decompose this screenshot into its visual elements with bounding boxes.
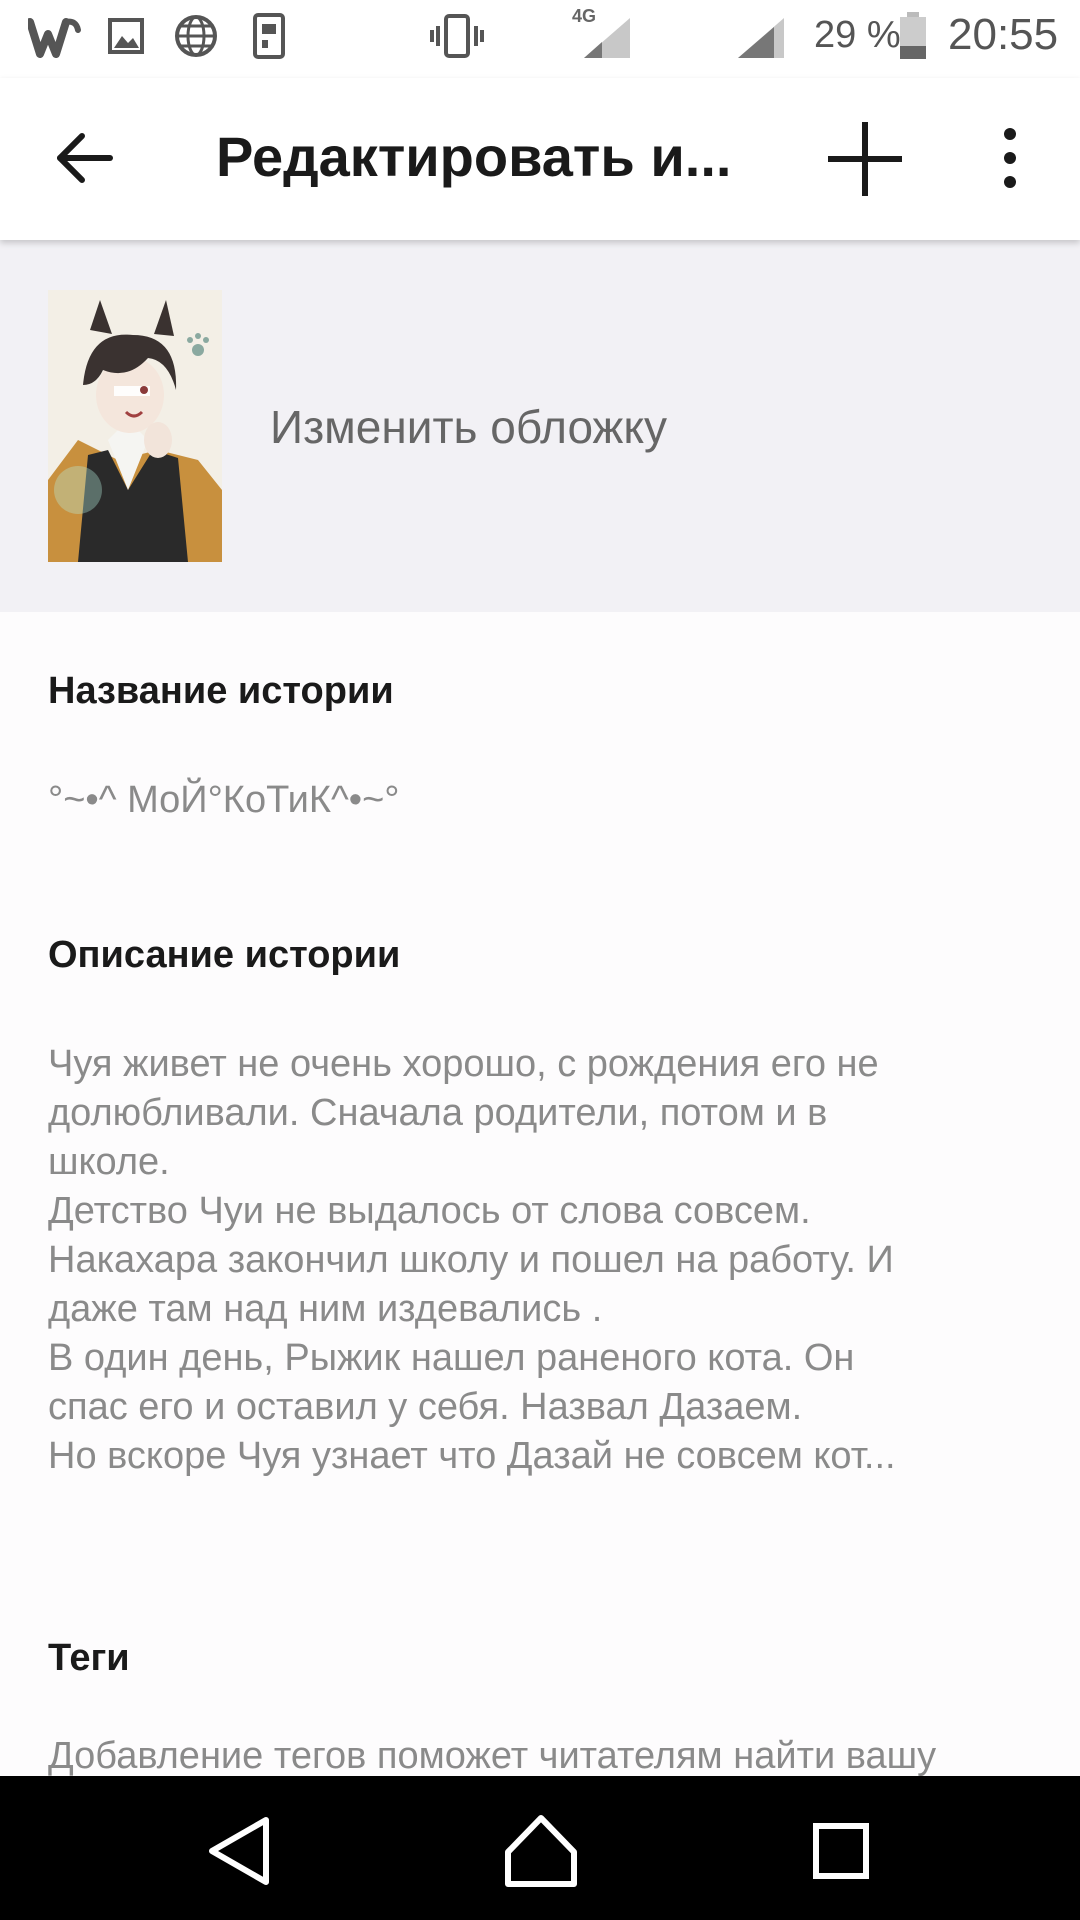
- description-line: даже там над ним издевались .: [48, 1288, 603, 1330]
- description-line: В один день, Рыжик нашел раненого кота. …: [48, 1337, 855, 1379]
- vibrate-icon: [430, 14, 484, 58]
- more-options-icon[interactable]: [980, 118, 1040, 198]
- description-line: спас его и оставил у себя. Назвал Дазаем…: [48, 1386, 803, 1428]
- battery-percent: 29 %: [814, 14, 901, 56]
- story-description-input[interactable]: Чуя живет не очень хорошо, с рождения ег…: [48, 1040, 1038, 1481]
- cover-image[interactable]: [48, 290, 222, 562]
- description-line: Но вскоре Чуя узнает что Дазай не совсем…: [48, 1435, 896, 1477]
- clock: 20:55: [948, 10, 1059, 59]
- status-bar: 4G 29 % 20:55: [0, 0, 1080, 78]
- story-description-label: Описание истории: [48, 934, 401, 976]
- description-line: Чуя живет не очень хорошо, с рождения ег…: [48, 1043, 879, 1085]
- tags-label: Теги: [48, 1637, 130, 1679]
- gallery-icon: [108, 18, 144, 54]
- recent-apps-icon[interactable]: [796, 1806, 886, 1896]
- description-line: долюбливали. Сначала родители, потом и в: [48, 1092, 828, 1134]
- wattpad-icon: [28, 18, 81, 58]
- navigation-bar: [0, 1776, 1080, 1920]
- description-line: школе.: [48, 1141, 170, 1183]
- description-line: Накахара закончил школу и пошел на работ…: [48, 1239, 894, 1281]
- back-triangle-icon[interactable]: [196, 1806, 286, 1896]
- home-icon[interactable]: [496, 1806, 586, 1896]
- add-part-button[interactable]: [820, 114, 910, 204]
- story-title-label: Название истории: [48, 670, 394, 712]
- sim-card-icon: [253, 13, 285, 59]
- back-arrow-icon[interactable]: [50, 118, 130, 198]
- app-bar: Редактировать и...: [0, 78, 1080, 240]
- cover-section[interactable]: Изменить обложку: [0, 240, 1080, 612]
- signal-icon: [738, 18, 784, 58]
- story-title-input[interactable]: °~•^ МоЙ°КоТиК^•~°: [48, 776, 1038, 825]
- globe-icon: [175, 15, 217, 57]
- page-title: Редактировать и...: [216, 125, 732, 188]
- tags-hint[interactable]: Добавление тегов поможет читателям найти…: [48, 1732, 1038, 1781]
- signal-4g-icon: [584, 18, 630, 58]
- description-line: Детство Чуи не выдалось от слова совсем.: [48, 1190, 811, 1232]
- battery-icon: [900, 12, 926, 59]
- change-cover-button[interactable]: Изменить обложку: [270, 400, 667, 454]
